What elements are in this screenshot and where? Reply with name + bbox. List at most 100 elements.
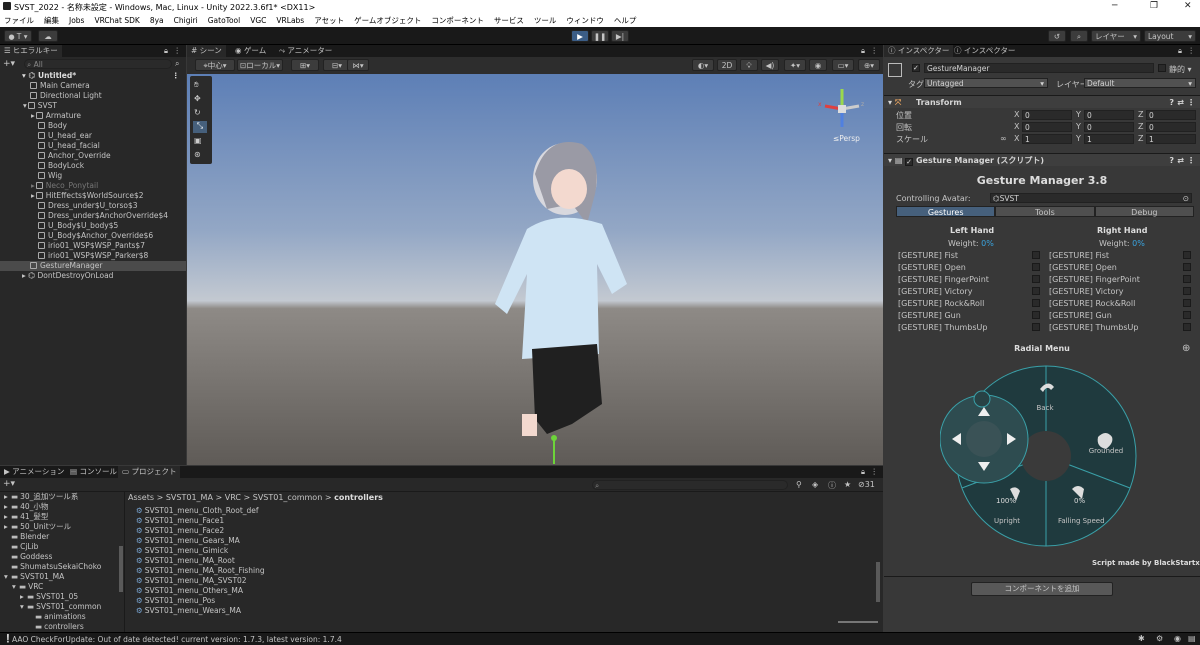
expand-arrow-icon[interactable]: ▸ (31, 111, 35, 120)
gm-menu-icon[interactable]: ⋮ (1187, 154, 1195, 167)
lighting-icon[interactable]: 💡︎ (740, 59, 758, 71)
hierarchy-item[interactable]: U_Body$Anchor_Override$6 (0, 231, 186, 241)
layer-dropdown[interactable]: Default ▾ (1084, 78, 1196, 88)
avatar-model[interactable] (487, 134, 647, 454)
transform-z-field[interactable]: 1 (1146, 134, 1196, 144)
breadcrumb-item[interactable]: SVST01_MA (166, 493, 213, 502)
folder-item[interactable]: ▬ ShumatsuSekaiChoko (4, 562, 101, 572)
hierarchy-item[interactable]: U_Body$U_body$5 (0, 221, 186, 231)
inspector-more-icon[interactable]: ⋮ (1188, 46, 1196, 55)
pivot-dropdown[interactable]: ⌖中心▾ (195, 59, 235, 71)
tab-bottom-0[interactable]: ▶ アニメーション (0, 466, 68, 478)
breadcrumb-item[interactable]: SVST01_common (253, 493, 323, 502)
rotate-tool-icon[interactable]: ↻ (194, 108, 201, 117)
folder-item[interactable]: ▾ ▬ SVST01_common (20, 602, 101, 612)
lock-icon[interactable]: 🔒︎ (164, 46, 168, 56)
project-search[interactable]: ⌕ (592, 480, 788, 490)
scene-viewport[interactable]: ✋︎ ✥ ↻ ⤡ ▣ ⊛ x z ≤Persp (187, 74, 883, 465)
upright-label[interactable]: Upright (994, 517, 1020, 525)
favorite-icon[interactable]: ★ (844, 480, 851, 489)
folder-item[interactable]: ▬ animations (28, 612, 86, 622)
active-checkbox[interactable]: ✓ (912, 64, 920, 72)
transform-z-field[interactable]: 0 (1146, 110, 1196, 120)
right-gesture-toggle[interactable] (1183, 251, 1191, 259)
gm-help-icon[interactable]: ? (1169, 154, 1174, 167)
increment-button[interactable]: ⋈▾ (347, 59, 369, 71)
menu-item[interactable]: コンポーネント (431, 15, 484, 26)
orientation-gizmo[interactable]: x z (817, 84, 867, 134)
account-button[interactable]: ● T ▾ (4, 30, 32, 42)
breadcrumb-item[interactable]: VRC (225, 493, 241, 502)
radial-add-icon[interactable]: ⊕ (1182, 343, 1190, 354)
tab-scene-1[interactable]: ◉ ゲーム (231, 45, 270, 57)
preset-icon[interactable]: ⇄ (1177, 96, 1184, 109)
menu-item[interactable]: アセット (314, 15, 344, 26)
folder-item[interactable]: ▾ ▬ SVST01_MA (4, 572, 64, 582)
hierarchy-item[interactable]: Body (0, 121, 186, 131)
hierarchy-item[interactable]: ▾ SVST (0, 101, 186, 111)
more-icon[interactable]: ⋮ (174, 46, 182, 55)
right-gesture-toggle[interactable] (1183, 311, 1191, 319)
file-item[interactable]: ⚙︎ SVST01_menu_Face1 (136, 516, 224, 526)
tab-hierarchy[interactable]: ☰ ヒエラルキー (0, 45, 62, 57)
file-item[interactable]: ⚙︎ SVST01_menu_Others_MA (136, 586, 243, 596)
cloud-icon[interactable]: ☁ (38, 30, 58, 42)
hierarchy-item[interactable]: Dress_under$U_torso$3 (0, 201, 186, 211)
expand-arrow-icon[interactable]: ▸ (4, 492, 11, 502)
left-gesture-toggle[interactable] (1032, 323, 1040, 331)
gesture-manager-header[interactable]: ▾ ▤ ✓ Gesture Manager (スクリプト) ? ⇄ ⋮ (884, 153, 1200, 166)
close-button[interactable]: ✕ (1184, 1, 1192, 11)
settings-icon[interactable]: ⚙ (1156, 634, 1163, 643)
hierarchy-item[interactable]: Anchor_Override (0, 151, 186, 161)
static-checkbox[interactable] (1158, 64, 1166, 72)
tag-dropdown[interactable]: Untagged ▾ (924, 78, 1048, 88)
step-button[interactable]: ▶| (611, 30, 629, 42)
expand-arrow-icon[interactable]: ▸ (20, 592, 27, 602)
expand-arrow-icon[interactable]: ▾ (20, 602, 27, 612)
menu-item[interactable]: 8ya (150, 16, 164, 25)
notification-icon[interactable]: ▤ (1188, 634, 1196, 643)
project-more-icon[interactable]: ⋮ (871, 467, 879, 476)
expand-arrow-icon[interactable]: ▸ (4, 512, 11, 522)
scene-root[interactable]: ▾ ⌬ Untitled* ⋮ (22, 71, 186, 81)
info-icon[interactable]: ⓘ (828, 480, 836, 491)
add-asset-icon[interactable]: +▾ (3, 479, 15, 489)
file-scrollbar[interactable] (876, 562, 880, 602)
menu-item[interactable]: ゲームオブジェクト (354, 15, 421, 26)
hierarchy-item[interactable]: Wig (0, 171, 186, 181)
visibility-icon[interactable]: ◉ (809, 59, 827, 71)
projection-label[interactable]: ≤Persp (833, 134, 860, 143)
grounded-label[interactable]: Grounded (1084, 447, 1128, 455)
maximize-button[interactable]: ❐ (1150, 1, 1158, 11)
filter-type-icon[interactable]: ⚲ (796, 480, 802, 489)
minimize-button[interactable]: ─ (1112, 1, 1117, 11)
hierarchy-item[interactable]: U_head_facial (0, 141, 186, 151)
controlling-avatar-field[interactable]: ⌬SVST ⊙ (990, 193, 1192, 203)
move-tool-icon[interactable]: ✥ (194, 94, 201, 103)
hierarchy-item[interactable]: ▸ Neco_Ponytail (0, 181, 186, 191)
menu-item[interactable]: 編集 (44, 15, 59, 26)
project-lock-icon[interactable]: 🔒︎ (861, 467, 865, 477)
menu-item[interactable]: VRLabs (276, 16, 304, 25)
scale-tool-icon[interactable]: ⤡ (193, 121, 207, 133)
hand-tool-icon[interactable]: ✋︎ (194, 80, 199, 90)
menu-item[interactable]: GatoTool (208, 16, 241, 25)
rect-tool-icon[interactable]: ▣ (194, 136, 202, 145)
transform-z-field[interactable]: 0 (1146, 122, 1196, 132)
left-gesture-toggle[interactable] (1032, 287, 1040, 295)
component-menu-icon[interactable]: ⋮ (1187, 96, 1195, 109)
menu-item[interactable]: Chigiri (174, 16, 198, 25)
dontdestroyonload-item[interactable]: ▸ ⌬ DontDestroyOnLoad (22, 271, 113, 281)
left-gesture-toggle[interactable] (1032, 311, 1040, 319)
zoom-slider[interactable] (838, 621, 878, 623)
radial-menu[interactable] (940, 363, 1140, 549)
help-icon[interactable]: ? (1169, 96, 1174, 109)
add-component-button[interactable]: コンポーネントを追加 (971, 582, 1113, 596)
folder-item[interactable]: ▸ ▬ 50_Unitツール (4, 522, 71, 532)
transform-tool-icon[interactable]: ⊛ (194, 150, 201, 159)
right-gesture-toggle[interactable] (1183, 263, 1191, 271)
tab-gestures[interactable]: Gestures (896, 206, 996, 217)
menu-item[interactable]: ウィンドウ (566, 15, 604, 26)
layers-dropdown[interactable]: レイヤー ▾ (1091, 30, 1141, 42)
expand-arrow-icon[interactable]: ▾ (23, 101, 27, 110)
